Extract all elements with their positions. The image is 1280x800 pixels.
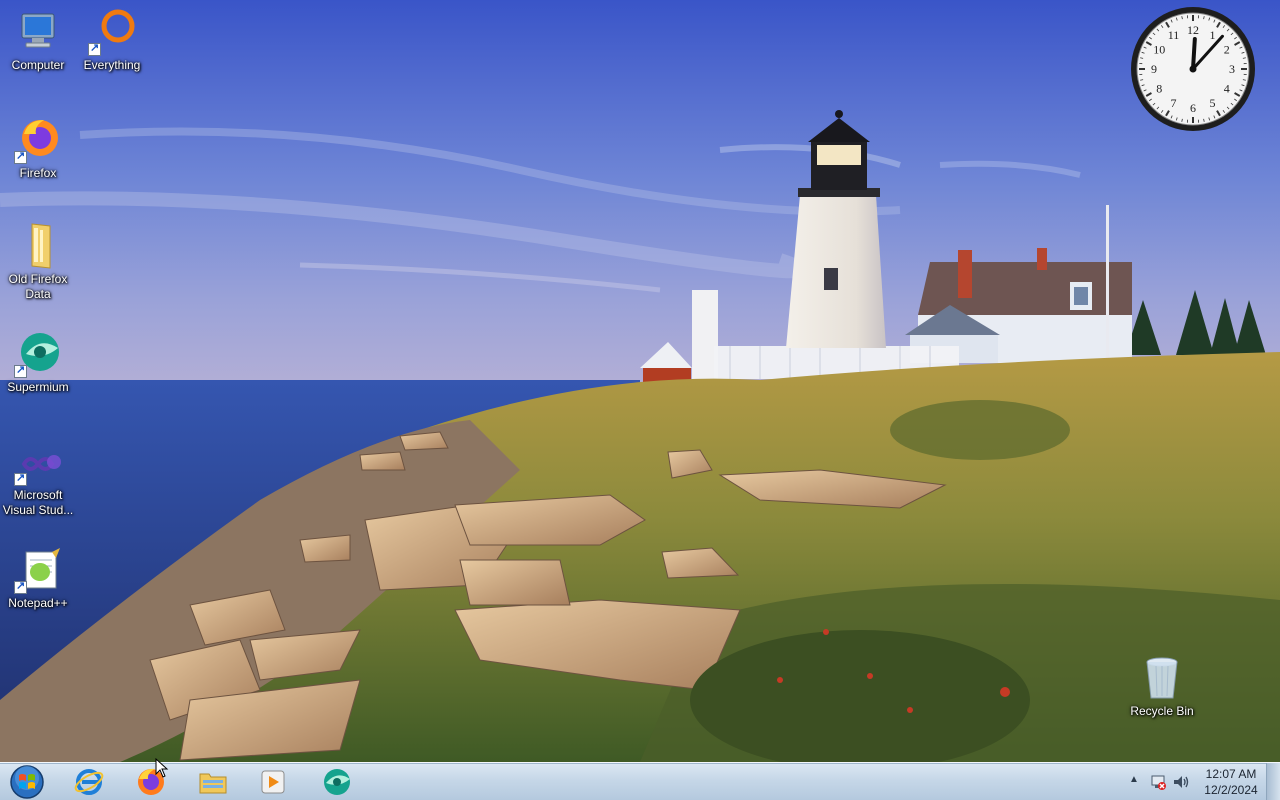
- desktop-icon-label: Microsoft Visual Stud...: [2, 488, 74, 517]
- desktop-wallpaper: [0, 0, 1280, 762]
- desktop-icon-label: Notepad++: [8, 596, 68, 610]
- supermium-icon: [324, 769, 350, 795]
- desktop-icon-notepad-plus-plus[interactable]: Notepad++: [0, 546, 76, 611]
- desktop-icon-label: Old Firefox Data: [8, 272, 68, 301]
- clock-numeral: 11: [1168, 28, 1180, 42]
- shortcut-arrow-icon: [14, 579, 27, 594]
- supermium-icon: [14, 330, 62, 378]
- network-icon[interactable]: [1149, 773, 1167, 791]
- desktop-icon-recycle-bin[interactable]: Recycle Bin: [1124, 654, 1200, 719]
- desktop-icon-label: Firefox: [19, 166, 57, 180]
- show-desktop-button[interactable]: [1266, 763, 1280, 800]
- media-player-icon: [261, 770, 285, 794]
- clock-numeral: 9: [1151, 62, 1157, 76]
- clock-gadget[interactable]: 12 1 2 3 4 5 6 7 8 9 10 11: [1130, 6, 1256, 132]
- clock-numeral: 6: [1190, 101, 1196, 115]
- shortcut-arrow-icon: [14, 363, 27, 378]
- desktop-icon-computer[interactable]: Computer: [0, 8, 76, 73]
- start-button[interactable]: [6, 764, 48, 800]
- shortcut-arrow-icon: [88, 41, 101, 56]
- taskbar-date: 12/2/2024: [1204, 783, 1258, 797]
- clock-numeral: 4: [1224, 82, 1230, 96]
- computer-icon: [14, 8, 62, 56]
- clock-numeral: 7: [1171, 96, 1177, 110]
- shortcut-arrow-icon: [14, 149, 27, 164]
- clock-hour-hand: [1191, 37, 1197, 71]
- folder-icon: [14, 222, 62, 270]
- mouse-cursor: [155, 758, 169, 778]
- chevron-up-icon[interactable]: ▲: [1127, 774, 1141, 788]
- everything-search-icon: [88, 8, 136, 56]
- recycle-bin-icon: [1138, 654, 1186, 702]
- notepad-plus-plus-icon: [14, 546, 62, 594]
- desktop-icon-supermium[interactable]: Supermium: [0, 330, 76, 395]
- clock-numeral: 8: [1156, 82, 1162, 96]
- visual-studio-icon: [14, 438, 62, 486]
- internet-explorer-icon: [74, 769, 104, 795]
- desktop-icon-label: Computer: [11, 58, 65, 72]
- taskbar-media-player[interactable]: [246, 764, 300, 800]
- firefox-icon: [14, 116, 62, 164]
- desktop-icon-everything[interactable]: Everything: [74, 8, 150, 73]
- taskbar: ▲ 12:07 AM 12/2/2024: [0, 762, 1280, 800]
- clock-numeral: 12: [1187, 23, 1199, 37]
- taskbar-internet-explorer[interactable]: [62, 764, 116, 800]
- clock-numeral: 5: [1210, 96, 1216, 110]
- desktop-icon-label: Recycle Bin: [1130, 704, 1194, 718]
- clock-numeral: 2: [1224, 43, 1230, 57]
- desktop-icon-label: Everything: [83, 58, 141, 72]
- clock-numeral: 10: [1153, 43, 1165, 57]
- clock-numeral: 1: [1210, 28, 1216, 42]
- clock-numeral: 3: [1229, 62, 1235, 76]
- shortcut-arrow-icon: [14, 471, 27, 486]
- desktop-icon-firefox[interactable]: Firefox: [0, 116, 76, 181]
- taskbar-firefox[interactable]: [124, 764, 178, 800]
- speaker-icon[interactable]: [1172, 773, 1190, 791]
- taskbar-clock[interactable]: 12:07 AM 12/2/2024: [1192, 766, 1270, 798]
- desktop-icon-visual-studio[interactable]: Microsoft Visual Stud...: [0, 438, 76, 518]
- taskbar-time: 12:07 AM: [1205, 767, 1257, 781]
- desktop-icon-old-firefox-data[interactable]: Old Firefox Data: [0, 222, 76, 302]
- taskbar-file-explorer[interactable]: [186, 764, 240, 800]
- taskbar-supermium[interactable]: [310, 764, 364, 800]
- desktop-icon-label: Supermium: [7, 380, 69, 394]
- file-explorer-icon: [199, 773, 227, 794]
